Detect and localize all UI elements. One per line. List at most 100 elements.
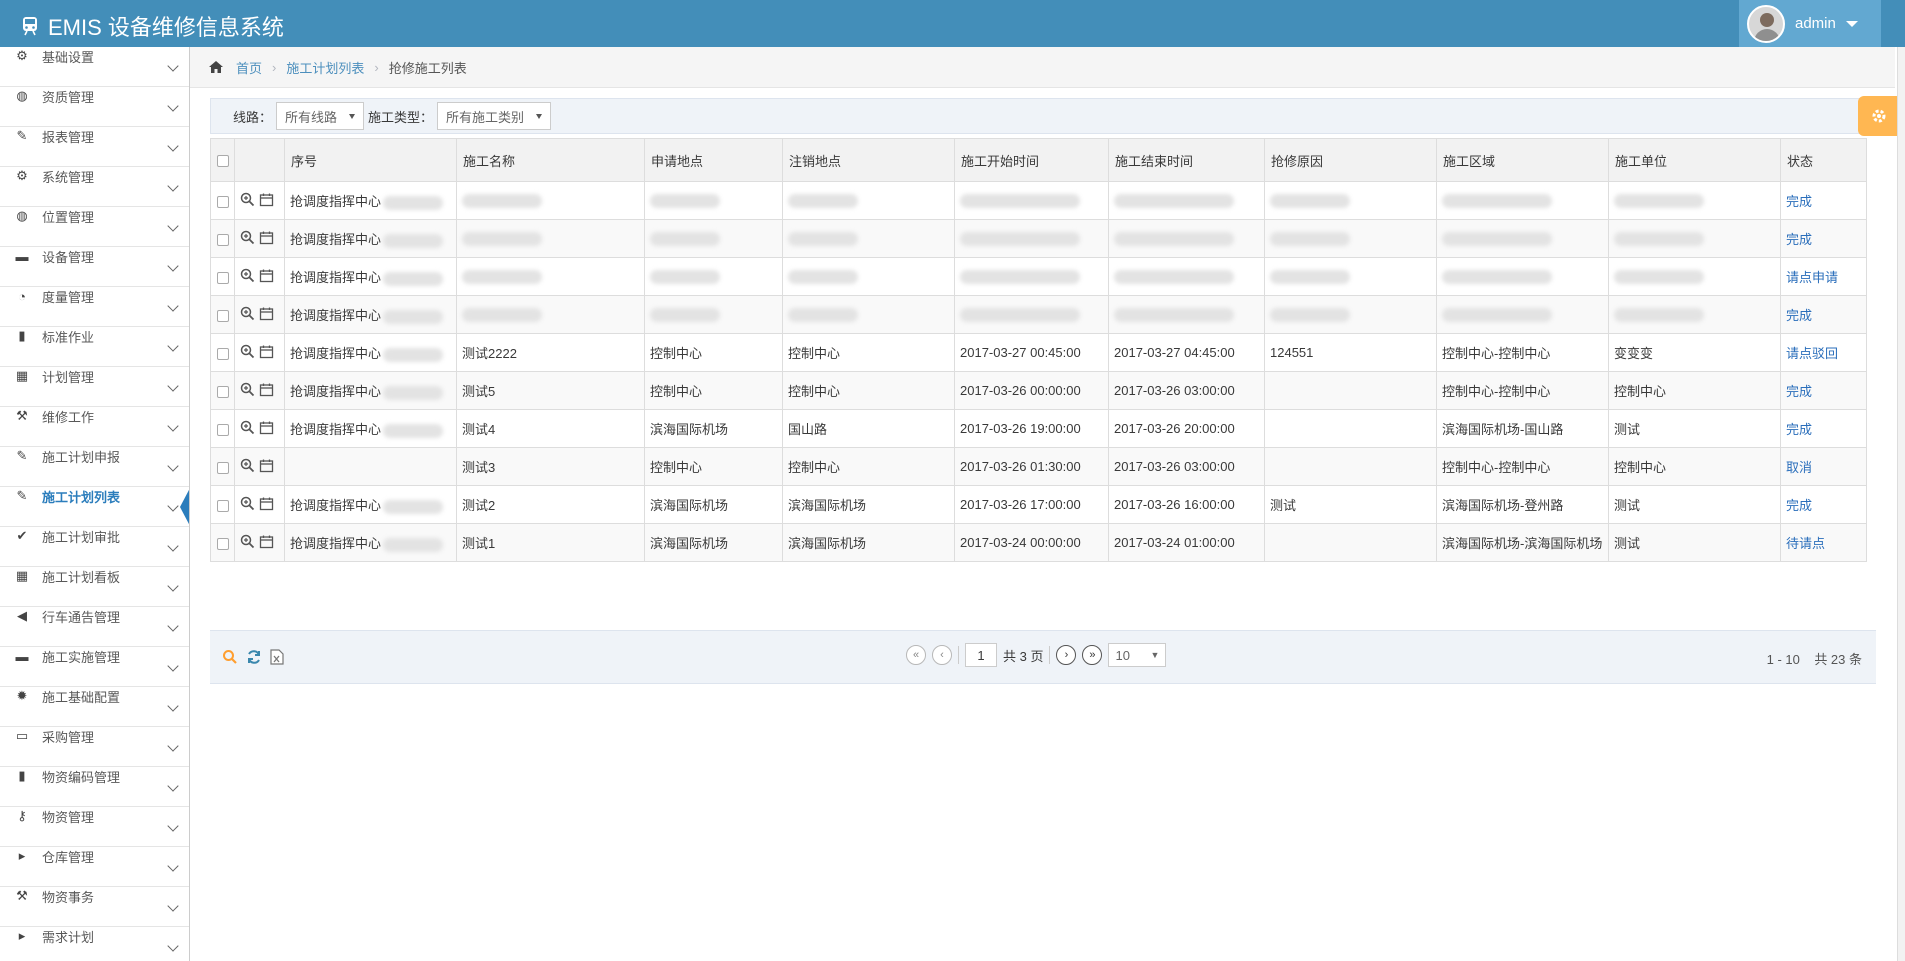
zoom-in-icon[interactable] <box>240 344 255 359</box>
table-row[interactable]: 抢调度指挥中心 完成 <box>210 219 1867 258</box>
table-row[interactable]: 抢调度指挥中心 请点申请 <box>210 257 1867 296</box>
sidebar-item[interactable]: ⚒ 维修工作 <box>0 407 189 447</box>
row-select-cell[interactable] <box>210 181 235 220</box>
row-checkbox[interactable] <box>217 499 229 512</box>
column-header[interactable]: 申请地点 <box>644 138 783 182</box>
sidebar-item[interactable]: ✔ 施工计划审批 <box>0 527 189 567</box>
row-select-cell[interactable] <box>210 409 235 448</box>
search-icon[interactable] <box>222 649 238 665</box>
row-select-cell[interactable] <box>210 523 235 562</box>
zoom-in-icon[interactable] <box>240 192 255 207</box>
sidebar-item[interactable]: ✎ 施工计划申报 <box>0 447 189 487</box>
column-header[interactable]: 施工名称 <box>456 138 645 182</box>
row-checkbox[interactable] <box>217 347 229 360</box>
sidebar-item[interactable]: ▭ 采购管理 <box>0 727 189 767</box>
table-row[interactable]: 抢调度指挥中心 测试4 滨海国际机场 国山路 2017-03-26 19:00:00 20… <box>210 409 1867 448</box>
status-link[interactable]: 请点驳回 <box>1786 346 1838 361</box>
page-scrollbar[interactable] <box>1897 47 1905 961</box>
status-link[interactable]: 待请点 <box>1786 536 1825 551</box>
column-header[interactable]: 施工开始时间 <box>954 138 1109 182</box>
column-header[interactable]: 注销地点 <box>782 138 955 182</box>
page-size-select[interactable]: 10 ▼ <box>1108 643 1167 667</box>
status-link[interactable]: 请点申请 <box>1786 270 1838 285</box>
status-link[interactable]: 完成 <box>1786 308 1812 323</box>
refresh-icon[interactable] <box>246 649 262 665</box>
row-checkbox[interactable] <box>217 461 229 474</box>
sidebar-item[interactable]: ◍ 位置管理 <box>0 207 189 247</box>
status-link[interactable]: 完成 <box>1786 384 1812 399</box>
row-select-cell[interactable] <box>210 447 235 486</box>
row-select-cell[interactable] <box>210 257 235 296</box>
prev-page-button[interactable]: ‹ <box>932 645 952 665</box>
status-link[interactable]: 取消 <box>1786 460 1812 475</box>
sidebar-item[interactable]: ▬ 施工实施管理 <box>0 647 189 687</box>
sidebar-item[interactable]: ⚙ 系统管理 <box>0 167 189 207</box>
row-checkbox[interactable] <box>217 537 229 550</box>
row-select-cell[interactable] <box>210 295 235 334</box>
row-checkbox[interactable] <box>217 423 229 436</box>
calendar-icon[interactable] <box>259 192 274 207</box>
row-select-cell[interactable] <box>210 485 235 524</box>
table-cell[interactable]: 完成 <box>1780 371 1867 410</box>
sidebar-item[interactable]: ⚷ 物资管理 <box>0 807 189 847</box>
sidebar-item[interactable]: ◀ 行车通告管理 <box>0 607 189 647</box>
last-page-button[interactable]: » <box>1082 645 1103 665</box>
sidebar-item[interactable]: ▸ 需求计划 <box>0 927 189 961</box>
select-all-cell[interactable] <box>210 138 235 182</box>
status-link[interactable]: 完成 <box>1786 422 1812 437</box>
table-cell[interactable]: 完成 <box>1780 485 1867 524</box>
table-cell[interactable]: 完成 <box>1780 181 1867 220</box>
sidebar-item[interactable]: ✹ 施工基础配置 <box>0 687 189 727</box>
zoom-in-icon[interactable] <box>240 382 255 397</box>
table-cell[interactable]: 完成 <box>1780 409 1867 448</box>
column-header[interactable]: 施工单位 <box>1608 138 1781 182</box>
settings-gear-button[interactable] <box>1858 96 1900 136</box>
row-checkbox[interactable] <box>217 385 229 398</box>
table-row[interactable]: 抢调度指挥中心 测试1 滨海国际机场 滨海国际机场 2017-03-24 00:00:0… <box>210 523 1867 562</box>
breadcrumb-parent-link[interactable]: 施工计划列表 <box>286 58 364 77</box>
table-row[interactable]: 抢调度指挥中心 测试2 滨海国际机场 滨海国际机场 2017-03-26 17:00:0… <box>210 485 1867 524</box>
first-page-button[interactable]: « <box>906 645 926 665</box>
table-cell[interactable]: 完成 <box>1780 219 1867 258</box>
table-row[interactable]: 抢调度指挥中心 完成 <box>210 181 1867 220</box>
next-page-button[interactable]: › <box>1056 645 1077 665</box>
row-select-cell[interactable] <box>210 333 235 372</box>
row-checkbox[interactable] <box>217 271 229 284</box>
column-header[interactable]: 状态 <box>1780 138 1867 182</box>
row-select-cell[interactable] <box>210 371 235 410</box>
sidebar-item[interactable]: ⚙ 基础设置 <box>0 47 189 87</box>
table-cell[interactable]: 待请点 <box>1780 523 1867 562</box>
table-row[interactable]: 抢调度指挥中心 测试2222 控制中心 控制中心 2017-03-27 00:45:00… <box>210 333 1867 372</box>
calendar-icon[interactable] <box>259 420 274 435</box>
status-link[interactable]: 完成 <box>1786 194 1812 209</box>
zoom-in-icon[interactable] <box>240 306 255 321</box>
zoom-in-icon[interactable] <box>240 420 255 435</box>
table-cell[interactable]: 完成 <box>1780 295 1867 334</box>
breadcrumb-home-link[interactable]: 首页 <box>236 58 262 77</box>
zoom-in-icon[interactable] <box>240 458 255 473</box>
table-cell[interactable]: 取消 <box>1780 447 1867 486</box>
sidebar-item[interactable]: ▸ 仓库管理 <box>0 847 189 887</box>
type-select[interactable]: 所有施工类别 <box>437 102 552 130</box>
table-row[interactable]: 抢调度指挥中心 完成 <box>210 295 1867 334</box>
excel-export-icon[interactable] <box>270 649 284 665</box>
calendar-icon[interactable] <box>259 496 274 511</box>
app-brand[interactable]: EMIS 设备维修信息系统 <box>22 10 284 42</box>
table-row[interactable]: 抢调度指挥中心 测试5 控制中心 控制中心 2017-03-26 00:00:00 201… <box>210 371 1867 410</box>
home-icon[interactable] <box>208 60 224 74</box>
calendar-icon[interactable] <box>259 458 274 473</box>
sidebar-item[interactable]: ▬ 设备管理 <box>0 247 189 287</box>
page-number-input[interactable]: 1 <box>965 643 997 667</box>
calendar-icon[interactable] <box>259 534 274 549</box>
sidebar-item[interactable]: ▮ 物资编码管理 <box>0 767 189 807</box>
zoom-in-icon[interactable] <box>240 230 255 245</box>
sidebar-item[interactable]: ✎ 施工计划列表 <box>0 487 189 527</box>
sidebar-item[interactable]: ◍ 资质管理 <box>0 87 189 127</box>
calendar-icon[interactable] <box>259 230 274 245</box>
sidebar-item[interactable]: ⚒ 物资事务 <box>0 887 189 927</box>
status-link[interactable]: 完成 <box>1786 498 1812 513</box>
calendar-icon[interactable] <box>259 306 274 321</box>
user-menu[interactable]: admin <box>1739 0 1881 47</box>
table-cell[interactable]: 请点申请 <box>1780 257 1867 296</box>
calendar-icon[interactable] <box>259 382 274 397</box>
